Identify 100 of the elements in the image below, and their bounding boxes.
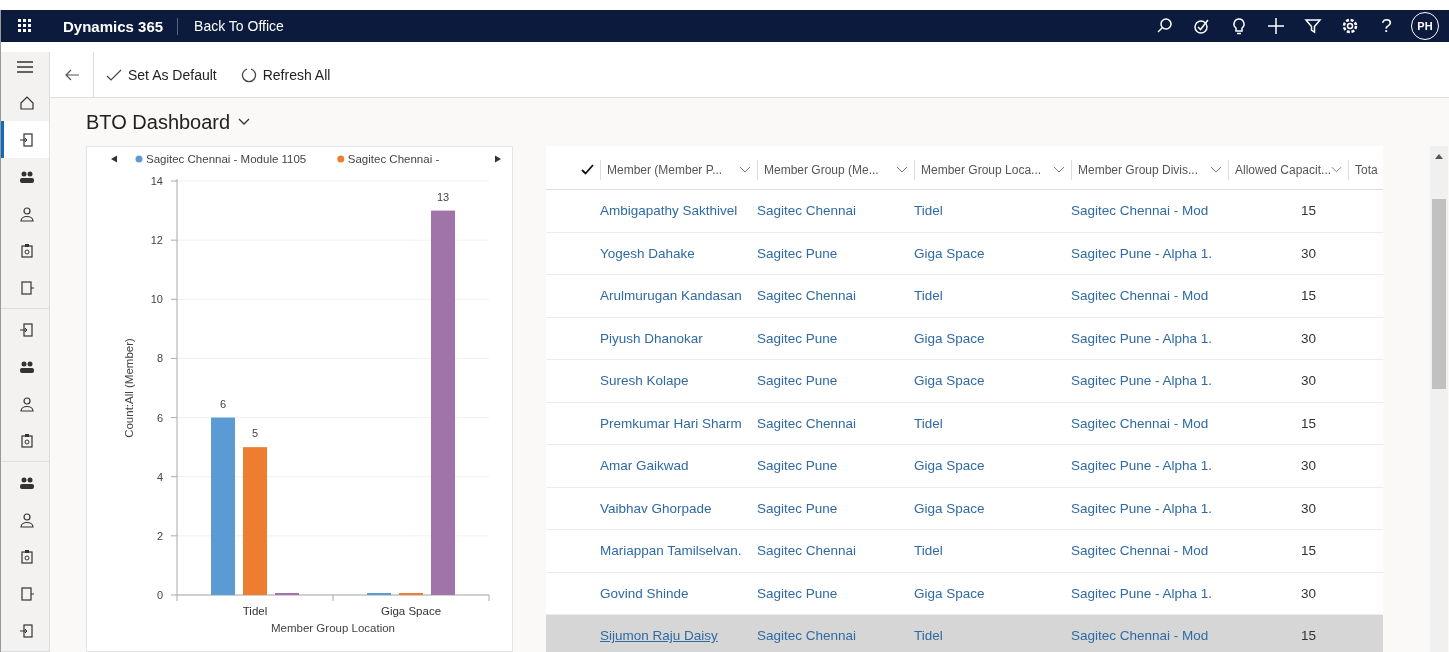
person-icon bbox=[18, 205, 35, 222]
table-cell-text: Sagitec Chennai - Mod bbox=[1071, 628, 1210, 644]
member-link[interactable]: Yogesh Dahake bbox=[600, 245, 697, 261]
table-cell-text: Sagitec Pune bbox=[757, 373, 839, 389]
document-icon bbox=[18, 279, 35, 296]
data-label: 6 bbox=[219, 397, 227, 410]
table-cell-text: Giga Space bbox=[914, 458, 986, 474]
table-cell-text: Sagitec Chennai bbox=[757, 203, 858, 219]
search-icon bbox=[1155, 17, 1174, 35]
legend-item[interactable]: Sagitec Chennai - Module 1105 bbox=[135, 153, 307, 165]
help-button[interactable]: ? bbox=[1368, 14, 1405, 38]
member-link[interactable]: Mariappan Tamilselvan. bbox=[600, 543, 744, 559]
check-circle-icon bbox=[1192, 17, 1211, 35]
table-cell: 30 bbox=[1300, 373, 1316, 389]
y-tick-label: 0 bbox=[156, 589, 163, 601]
person-icon bbox=[18, 395, 35, 412]
grid-row[interactable]: Arulmurugan Kandasan Sagitec Chennai Tidel Sagitec Chennai - Mod 15 bbox=[546, 275, 1383, 318]
grid-row[interactable]: Vaibhav Ghorpade Sagitec Pune Giga Space Sagitec Pune - Alpha 1. 30 bbox=[546, 487, 1383, 530]
table-cell: 15 bbox=[1300, 203, 1316, 219]
grid-row[interactable]: Yogesh Dahake Sagitec Pune Giga Space Sagitec Pune - Alpha 1. 30 bbox=[546, 232, 1383, 275]
table-cell-text: Sagitec Chennai bbox=[757, 543, 858, 559]
legend-item[interactable]: Sagitec Chennai - bbox=[337, 153, 440, 165]
column-header[interactable]: Member Group Loca... bbox=[914, 159, 1071, 180]
legend-next-icon[interactable] bbox=[495, 155, 501, 163]
table-cell-text: Giga Space bbox=[914, 245, 986, 261]
grid-row[interactable]: Suresh Kolape Sagitec Pune Giga Space Sagitec Pune - Alpha 1. 30 bbox=[546, 360, 1383, 403]
member-link[interactable]: Vaibhav Ghorpade bbox=[600, 500, 714, 516]
table-cell-text: Sagitec Pune bbox=[757, 500, 839, 516]
table-cell-text: Sagitec Chennai - Mod bbox=[1071, 543, 1210, 559]
table-cell-text: Sagitec Chennai bbox=[757, 628, 858, 644]
exit-icon bbox=[18, 131, 35, 148]
table-cell-text: Giga Space bbox=[914, 330, 986, 346]
table-cell: 30 bbox=[1300, 458, 1316, 474]
grid-row[interactable]: Amar Gaikwad Sagitec Pune Giga Space Sagitec Pune - Alpha 1. 30 bbox=[546, 445, 1383, 488]
sidebar-item[interactable] bbox=[1, 121, 49, 158]
member-link[interactable]: Govind Shinde bbox=[600, 585, 691, 601]
column-header[interactable]: Member (Member P... bbox=[600, 159, 757, 180]
table-cell-text: Sagitec Pune - Alpha 1. bbox=[1071, 458, 1214, 474]
table-cell-text: Sagitec Pune - Alpha 1. bbox=[1071, 585, 1214, 601]
scroll-up-icon[interactable] bbox=[1435, 154, 1443, 159]
table-cell-text: Sagitec Chennai - Mod bbox=[1071, 203, 1210, 219]
grid-row[interactable]: Sijumon Raju Daisy Sagitec Chennai Tidel Sagitec Chennai - Mod 15 bbox=[546, 615, 1383, 652]
member-link[interactable]: Amar Gaikwad bbox=[600, 458, 691, 474]
member-link[interactable]: Ambigapathy Sakthivel bbox=[600, 203, 740, 219]
member-link[interactable]: Premkumar Hari Sharm bbox=[600, 415, 744, 431]
filter-icon bbox=[1303, 17, 1322, 35]
legend-prev-icon[interactable] bbox=[111, 155, 117, 163]
clipboard-icon bbox=[18, 548, 35, 565]
grid-row[interactable]: Premkumar Hari Sharm Sagitec Chennai Tidel Sagitec Chennai - Mod 15 bbox=[546, 402, 1383, 445]
clipboard-icon bbox=[18, 432, 35, 449]
table-cell-text: Tidel bbox=[914, 415, 944, 431]
select-all-checkmark-icon[interactable] bbox=[581, 164, 594, 175]
exit-icon bbox=[18, 622, 35, 639]
column-header[interactable]: Allowed Capacit... bbox=[1228, 159, 1348, 180]
chevron-down-icon bbox=[1210, 166, 1222, 173]
table-cell-text: Tidel bbox=[914, 628, 944, 644]
column-header[interactable]: Member Group Divis... bbox=[1071, 159, 1228, 180]
table-cell-text: Giga Space bbox=[914, 585, 986, 601]
table-cell: 15 bbox=[1300, 543, 1316, 559]
y-tick-label: 4 bbox=[156, 470, 163, 483]
home-icon bbox=[18, 94, 35, 111]
set-default-button[interactable]: Set As Default bbox=[94, 66, 229, 83]
table-cell-text: Giga Space bbox=[914, 373, 986, 389]
member-link[interactable]: Suresh Kolape bbox=[600, 373, 691, 389]
y-tick-label: 12 bbox=[150, 234, 163, 247]
person-icon bbox=[18, 511, 35, 528]
y-tick-label: 10 bbox=[150, 293, 163, 306]
table-cell-text: Giga Space bbox=[914, 500, 986, 516]
column-header[interactable]: Tota bbox=[1348, 159, 1383, 180]
member-link[interactable]: Piyush Dhanokar bbox=[600, 330, 705, 346]
grid-row[interactable]: Mariappan Tamilselvan. Sagitec Chennai Tidel Sagitec Chennai - Mod 15 bbox=[546, 530, 1383, 573]
chevron-down-icon bbox=[739, 166, 751, 173]
member-link[interactable]: Sijumon Raju Daisy bbox=[600, 628, 720, 644]
table-cell-text: Sagitec Chennai - Mod bbox=[1071, 288, 1210, 304]
scrollbar[interactable] bbox=[1430, 146, 1448, 652]
app-name[interactable]: Dynamics 365 bbox=[49, 17, 179, 35]
table-cell: 15 bbox=[1300, 415, 1316, 431]
refresh-button[interactable]: Refresh All bbox=[228, 66, 343, 83]
refresh-icon bbox=[240, 66, 257, 83]
grid-row[interactable]: Piyush Dhanokar Sagitec Pune Giga Space Sagitec Pune - Alpha 1. 30 bbox=[546, 317, 1383, 360]
table-cell-text: Sagitec Pune - Alpha 1. bbox=[1071, 500, 1214, 516]
y-tick-label: 8 bbox=[156, 352, 163, 365]
back-arrow-icon[interactable] bbox=[64, 68, 79, 81]
table-cell: 15 bbox=[1300, 628, 1316, 644]
table-cell: 15 bbox=[1300, 288, 1316, 304]
app-launcher-icon[interactable] bbox=[18, 19, 32, 33]
y-axis-title: Count:All (Member) bbox=[123, 338, 135, 438]
chevron-down-icon bbox=[238, 118, 251, 126]
plus-icon bbox=[1266, 17, 1285, 35]
app-title[interactable]: Back To Office bbox=[178, 18, 284, 34]
table-cell: 30 bbox=[1300, 330, 1316, 346]
dashboard-title[interactable]: BTO Dashboard bbox=[86, 98, 251, 146]
column-header[interactable]: Member Group (Me... bbox=[757, 159, 914, 180]
clipboard-icon bbox=[18, 242, 35, 259]
member-link[interactable]: Arulmurugan Kandasan bbox=[600, 288, 744, 304]
chevron-down-icon bbox=[1053, 166, 1065, 173]
menu-icon[interactable] bbox=[17, 61, 33, 73]
scroll-thumb[interactable] bbox=[1432, 199, 1446, 389]
table-cell-text: Sagitec Pune bbox=[757, 330, 839, 346]
grid-row[interactable]: Ambigapathy Sakthivel Sagitec Chennai Tidel Sagitec Chennai - Mod 15 bbox=[546, 190, 1383, 233]
